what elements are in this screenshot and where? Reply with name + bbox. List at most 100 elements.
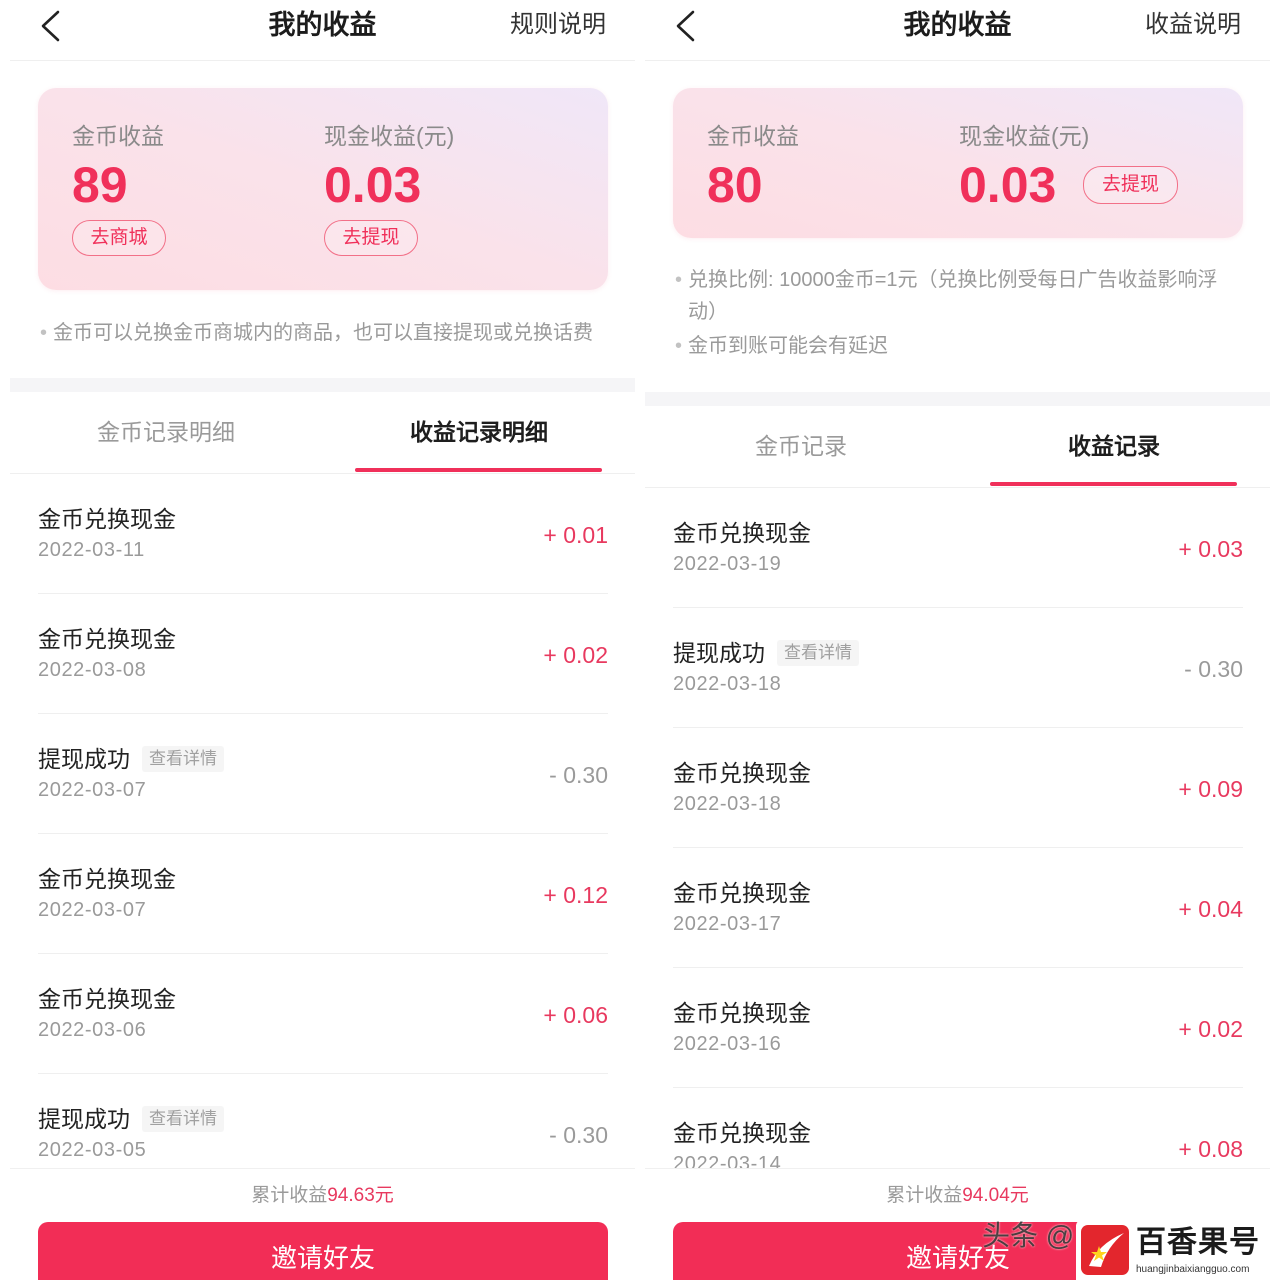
coin-earnings-label: 金币收益	[72, 123, 164, 149]
record-item: 金币兑换现金 2022-03-18 + 0.09	[673, 728, 1243, 848]
earnings-screen-left: 我的收益 规则说明 金币收益 89 去商城 现金收益(元) 0.03 去提现 金…	[10, 0, 635, 1280]
record-amount: + 0.06	[543, 1002, 608, 1028]
earnings-record-list: 金币兑换现金 2022-03-11 + 0.01 金币兑换现金 2022-03-…	[38, 474, 608, 1194]
record-item: 金币兑换现金 2022-03-11 + 0.01	[38, 474, 608, 594]
record-tabs: 金币记录明细 收益记录明细	[10, 392, 635, 474]
view-details-button[interactable]: 查看详情	[142, 1106, 224, 1132]
record-date: 2022-03-05	[38, 1139, 147, 1161]
record-date: 2022-03-11	[38, 539, 145, 561]
record-title-row: 提现成功 查看详情	[38, 1105, 224, 1133]
record-title: 金币兑换现金	[38, 866, 176, 892]
tab-coin-records[interactable]: 金币记录明细	[10, 392, 322, 472]
record-item: 提现成功 查看详情 2022-03-18 - 0.30	[673, 608, 1243, 728]
tab-earnings-records[interactable]: 收益记录	[958, 406, 1270, 486]
record-amount: - 0.30	[1184, 656, 1243, 682]
cash-earnings-value: 0.03	[324, 157, 422, 213]
tab-earnings-records[interactable]: 收益记录明细	[323, 392, 635, 472]
record-item: 金币兑换现金 2022-03-17 + 0.04	[673, 848, 1243, 968]
record-title: 提现成功	[38, 1106, 130, 1132]
note-item: 金币到账可能会有延迟	[675, 330, 1255, 362]
record-amount: + 0.02	[1178, 1016, 1243, 1042]
record-title: 金币兑换现金	[38, 986, 176, 1012]
record-amount: + 0.08	[1178, 1136, 1243, 1162]
active-tab-indicator	[355, 468, 602, 472]
cash-earnings-label: 现金收益(元)	[959, 123, 1090, 149]
invite-friends-button[interactable]: 邀请好友	[38, 1222, 608, 1280]
coin-earnings-value: 80	[707, 157, 763, 213]
record-amount: + 0.09	[1178, 776, 1243, 802]
record-title: 金币兑换现金	[38, 506, 176, 532]
brand-watermark: 百香果号 huangjinbaixiangguo.com	[1076, 1220, 1276, 1280]
record-amount: - 0.30	[549, 1122, 608, 1148]
brand-url: huangjinbaixiangguo.com	[1136, 1264, 1250, 1275]
record-date: 2022-03-16	[673, 1033, 782, 1055]
total-earnings: 累计收益94.04元	[645, 1169, 1270, 1223]
withdraw-button[interactable]: 去提现	[1083, 166, 1178, 204]
record-title-row: 金币兑换现金	[38, 865, 176, 893]
record-title: 金币兑换现金	[673, 520, 811, 546]
record-title: 金币兑换现金	[673, 880, 811, 906]
record-title-row: 金币兑换现金	[673, 759, 811, 787]
record-title: 金币兑换现金	[38, 626, 176, 652]
cash-earnings-label: 现金收益(元)	[324, 123, 455, 149]
record-tabs: 金币记录 收益记录	[645, 406, 1270, 488]
record-date: 2022-03-07	[38, 899, 147, 921]
view-details-button[interactable]: 查看详情	[142, 746, 224, 772]
earnings-notes: 金币可以兑换金币商城内的商品，也可以直接提现或兑换话费	[40, 320, 620, 346]
rules-link[interactable]: 规则说明	[510, 0, 606, 50]
record-date: 2022-03-08	[38, 659, 147, 681]
nav-bar: 我的收益 收益说明	[645, 0, 1270, 61]
tab-coin-records[interactable]: 金币记录	[645, 406, 957, 486]
record-title-row: 金币兑换现金	[38, 505, 176, 533]
section-divider	[10, 378, 635, 392]
record-title-row: 金币兑换现金	[673, 999, 811, 1027]
coin-earnings-label: 金币收益	[707, 123, 799, 149]
record-title: 提现成功	[673, 640, 765, 666]
cash-earnings-value: 0.03	[959, 157, 1057, 213]
earnings-info-link[interactable]: 收益说明	[1145, 0, 1241, 50]
record-amount: + 0.03	[1178, 536, 1243, 562]
view-details-button[interactable]: 查看详情	[777, 640, 859, 666]
record-title-row: 金币兑换现金	[38, 625, 176, 653]
total-earnings-value: 94.63元	[327, 1185, 394, 1206]
total-earnings-label: 累计收益	[886, 1185, 963, 1206]
earnings-summary-card: 金币收益 89 去商城 现金收益(元) 0.03 去提现	[38, 88, 608, 290]
go-to-mall-button[interactable]: 去商城	[72, 220, 166, 256]
earnings-notes: 兑换比例: 10000金币=1元（兑换比例受每日广告收益影响浮 动） 金币到账可…	[675, 264, 1255, 364]
watermark-text: 头条 @	[982, 1220, 1075, 1251]
record-item: 金币兑换现金 2022-03-16 + 0.02	[673, 968, 1243, 1088]
record-date: 2022-03-17	[673, 913, 782, 935]
record-item: 金币兑换现金 2022-03-08 + 0.02	[38, 594, 608, 714]
record-amount: + 0.04	[1178, 896, 1243, 922]
record-item: 提现成功 查看详情 2022-03-07 - 0.30	[38, 714, 608, 834]
record-title: 提现成功	[38, 746, 130, 772]
record-date: 2022-03-18	[673, 673, 782, 695]
record-title-row: 提现成功 查看详情	[673, 639, 859, 667]
brand-logo-icon	[1080, 1224, 1130, 1276]
record-item: 金币兑换现金 2022-03-07 + 0.12	[38, 834, 608, 954]
total-earnings-label: 累计收益	[251, 1185, 328, 1206]
record-amount: - 0.30	[549, 762, 608, 788]
record-title: 金币兑换现金	[673, 1120, 811, 1146]
record-date: 2022-03-19	[673, 553, 782, 575]
record-item: 金币兑换现金 2022-03-06 + 0.06	[38, 954, 608, 1074]
total-earnings-value: 94.04元	[962, 1185, 1029, 1206]
earnings-summary-card: 金币收益 80 现金收益(元) 0.03 去提现	[673, 88, 1243, 238]
active-tab-indicator	[990, 482, 1237, 486]
record-title-row: 金币兑换现金	[673, 1119, 811, 1147]
record-title-row: 金币兑换现金	[38, 985, 176, 1013]
record-date: 2022-03-07	[38, 779, 147, 801]
earnings-screen-right: 我的收益 收益说明 金币收益 80 现金收益(元) 0.03 去提现 兑换比例:…	[645, 0, 1270, 1280]
section-divider	[645, 392, 1270, 406]
withdraw-button[interactable]: 去提现	[324, 220, 418, 256]
bottom-bar: 累计收益94.63元 邀请好友	[10, 1168, 635, 1280]
record-amount: + 0.02	[543, 642, 608, 668]
coin-earnings-value: 89	[72, 157, 128, 213]
record-date: 2022-03-18	[673, 793, 782, 815]
record-title-row: 金币兑换现金	[673, 519, 811, 547]
brand-name: 百香果号	[1136, 1226, 1260, 1259]
record-item: 金币兑换现金 2022-03-19 + 0.03	[673, 488, 1243, 608]
note-item: 金币可以兑换金币商城内的商品，也可以直接提现或兑换话费	[40, 320, 620, 346]
record-date: 2022-03-06	[38, 1019, 147, 1041]
record-amount: + 0.01	[543, 522, 608, 548]
